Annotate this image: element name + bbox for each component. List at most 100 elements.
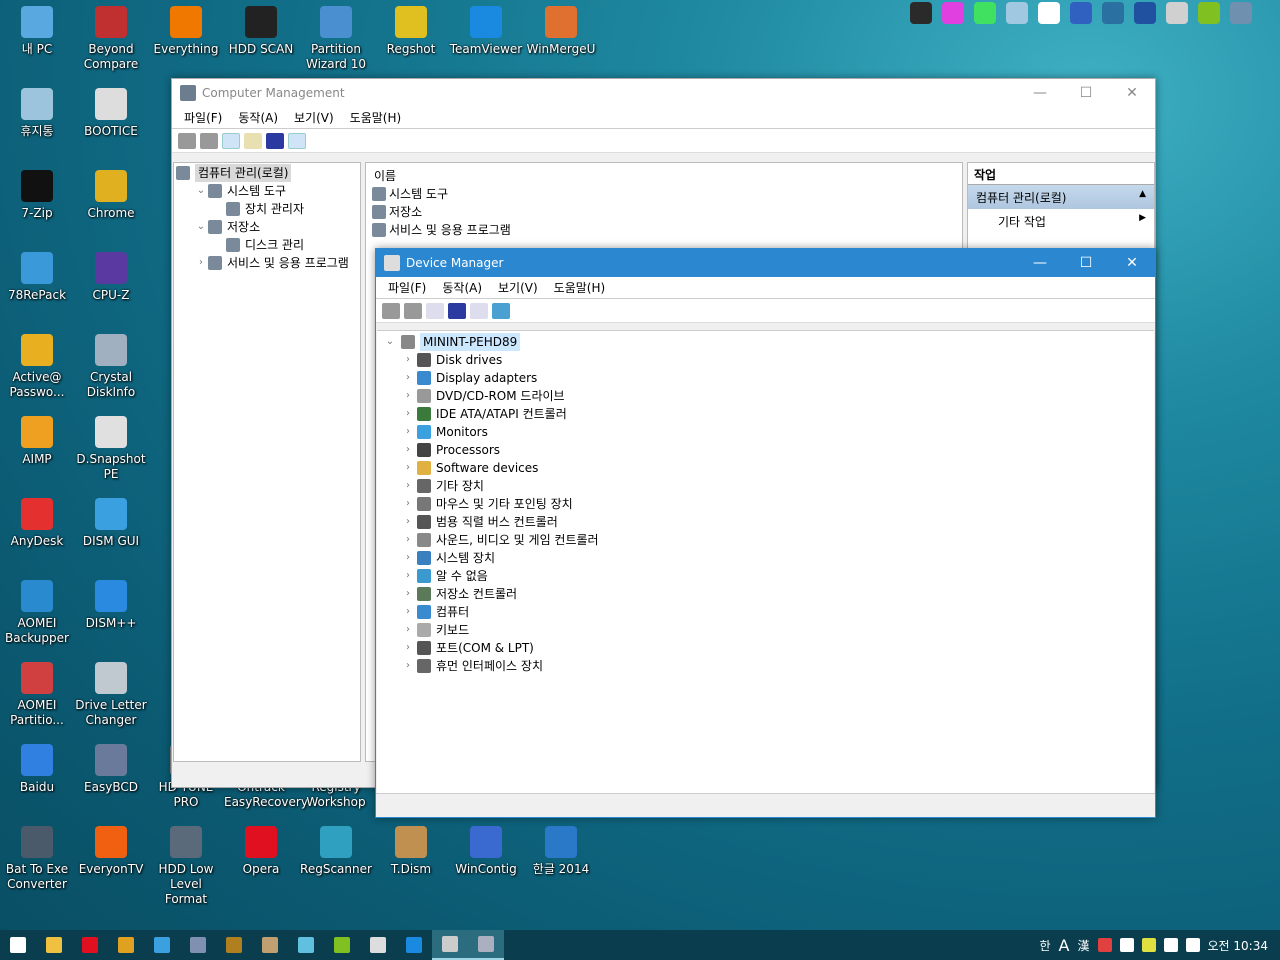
list-item[interactable]: 서비스 및 응용 프로그램 (372, 221, 956, 239)
device-category[interactable]: › 저장소 컨트롤러 (383, 585, 1148, 603)
desktop-icon[interactable]: Opera (224, 826, 298, 877)
chevron-right-icon[interactable]: › (401, 549, 415, 567)
br-icon[interactable] (910, 2, 932, 24)
desktop-icon[interactable]: 7-Zip (0, 170, 74, 221)
device-category[interactable]: › 기타 장치 (383, 477, 1148, 495)
desktop-icon[interactable]: DISM GUI (74, 498, 148, 549)
chevron-right-icon[interactable]: › (401, 603, 415, 621)
minimize-button[interactable]: — (1017, 85, 1063, 101)
desktop-icon[interactable]: T.Dism (374, 826, 448, 877)
taskbar-button[interactable] (468, 930, 504, 960)
minimize-button[interactable]: — (1017, 255, 1063, 271)
taskbar-button[interactable] (72, 930, 108, 960)
taskbar-button[interactable] (432, 930, 468, 960)
desktop-icon[interactable]: AOMEI Backupper (0, 580, 74, 646)
properties-icon[interactable] (470, 302, 488, 319)
desktop-icon[interactable]: HDD Low Level Format (149, 826, 223, 907)
help-icon[interactable] (266, 132, 284, 149)
tree-item[interactable]: ⌄ 저장소 (174, 218, 360, 236)
color-icon[interactable] (1141, 938, 1156, 952)
desktop-icon[interactable]: Partition Wizard 10 (299, 6, 373, 72)
show-hide-tree-icon[interactable] (426, 302, 444, 319)
desktop-icon[interactable]: Regshot (374, 6, 448, 57)
ime-hanja[interactable]: 漢 (1078, 937, 1090, 954)
desktop-icon[interactable]: BOOTICE (74, 88, 148, 139)
chevron-right-icon[interactable]: › (401, 423, 415, 441)
desktop-icon[interactable]: RegScanner (299, 826, 373, 877)
taskbar-button[interactable] (0, 930, 36, 960)
taskbar-button[interactable] (36, 930, 72, 960)
menu-item[interactable]: 도움말(H) (342, 109, 410, 126)
taskbar-button[interactable] (108, 930, 144, 960)
taskbar-button[interactable] (216, 930, 252, 960)
menu-item[interactable]: 보기(V) (490, 279, 546, 296)
drive-green-icon[interactable] (1198, 2, 1220, 24)
back-icon[interactable] (382, 302, 400, 319)
taskbar-button[interactable] (396, 930, 432, 960)
gr-icon[interactable] (942, 2, 964, 24)
taskbar-button[interactable] (180, 930, 216, 960)
chevron-right-icon[interactable]: › (401, 369, 415, 387)
desktop-icon[interactable]: D.Snapshot PE (74, 416, 148, 482)
pen-icon[interactable] (1097, 938, 1112, 952)
desktop-icon[interactable]: WinContig (449, 826, 523, 877)
tree-item[interactable]: › 서비스 및 응용 프로그램 (174, 254, 360, 272)
collapse-icon[interactable]: ▲ (1139, 189, 1146, 205)
close-button[interactable]: ✕ (1109, 255, 1155, 271)
list-item[interactable]: 저장소 (372, 203, 956, 221)
menu-item[interactable]: 파일(F) (380, 279, 434, 296)
desktop-icon[interactable]: CPU-Z (74, 252, 148, 303)
show-hide-tree-icon[interactable] (222, 132, 240, 149)
volume-icon[interactable] (1185, 938, 1200, 952)
ime-alpha[interactable]: A (1059, 936, 1070, 955)
desktop-icon[interactable]: TeamViewer (449, 6, 523, 57)
device-category[interactable]: › IDE ATA/ATAPI 컨트롤러 (383, 405, 1148, 423)
ime-hangul[interactable]: 한 (1040, 937, 1051, 954)
backup-icon[interactable] (1102, 2, 1124, 24)
desktop-icon[interactable]: Active@ Passwo... (0, 334, 74, 400)
column-header-name[interactable]: 이름 (372, 167, 956, 185)
forward-icon[interactable] (200, 132, 218, 149)
menu-item[interactable]: 도움말(H) (546, 279, 614, 296)
desktop-icon[interactable]: Drive Letter Changer (74, 662, 148, 728)
desktop-icon[interactable]: AnyDesk (0, 498, 74, 549)
show-hide-action-pane-icon[interactable] (288, 132, 306, 149)
chevron-right-icon[interactable]: › (401, 531, 415, 549)
desktop-icon[interactable]: 한글 2014 (524, 826, 598, 877)
close-button[interactable]: ✕ (1109, 85, 1155, 101)
chevron-right-icon[interactable]: › (401, 585, 415, 603)
chevron-down-icon[interactable]: ⌄ (194, 218, 208, 236)
device-category[interactable]: › Disk drives (383, 351, 1148, 369)
acronis-icon[interactable] (1070, 2, 1092, 24)
chevron-right-icon[interactable]: › (401, 387, 415, 405)
chevron-right-icon[interactable]: › (401, 405, 415, 423)
sync-icon[interactable] (1038, 2, 1060, 24)
clock[interactable]: 오전 10:34 (1208, 937, 1268, 954)
device-category[interactable]: › Display adapters (383, 369, 1148, 387)
desktop-icon[interactable]: Chrome (74, 170, 148, 221)
device-category[interactable]: › Monitors (383, 423, 1148, 441)
taskbar-button[interactable] (360, 930, 396, 960)
time-machine-icon[interactable] (1230, 2, 1252, 24)
desktop-icon[interactable]: Crystal DiskInfo (74, 334, 148, 400)
taskbar-button[interactable] (288, 930, 324, 960)
device-category[interactable]: › 알 수 없음 (383, 567, 1148, 585)
list-item[interactable]: 시스템 도구 (372, 185, 956, 203)
desktop-icon[interactable]: HDD SCAN (224, 6, 298, 57)
taskbar-button[interactable] (252, 930, 288, 960)
taskbar-button[interactable] (324, 930, 360, 960)
menu-item[interactable]: 동작(A) (230, 109, 286, 126)
tree-item[interactable]: 디스크 관리 (174, 236, 360, 254)
chevron-right-icon[interactable]: › (401, 657, 415, 675)
device-category[interactable]: › 컴퓨터 (383, 603, 1148, 621)
chevron-right-icon[interactable]: › (194, 254, 208, 272)
usb-icon[interactable] (1163, 938, 1178, 952)
network-icon[interactable] (1119, 938, 1134, 952)
taskbar-button[interactable] (144, 930, 180, 960)
tree-item[interactable]: 컴퓨터 관리(로컬) (174, 164, 360, 182)
maximize-button[interactable]: ☐ (1063, 85, 1109, 101)
tree-item[interactable]: ⌄ 시스템 도구 (174, 182, 360, 200)
device-category[interactable]: › 마우스 및 기타 포인팅 장치 (383, 495, 1148, 513)
device-category[interactable]: › Software devices (383, 459, 1148, 477)
drive-restore-icon[interactable] (1166, 2, 1188, 24)
